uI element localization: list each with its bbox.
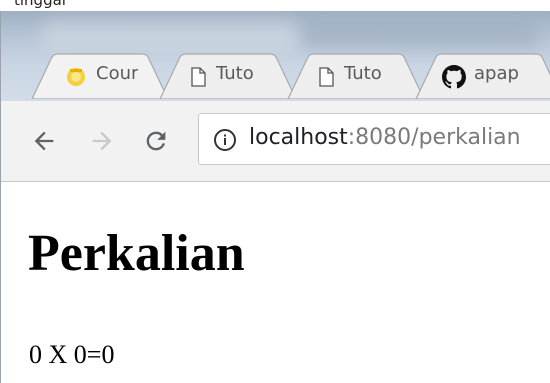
window-frame (0, 11, 550, 383)
top-caption: tinggal (0, 0, 550, 11)
caption-text: tinggal (14, 0, 66, 9)
